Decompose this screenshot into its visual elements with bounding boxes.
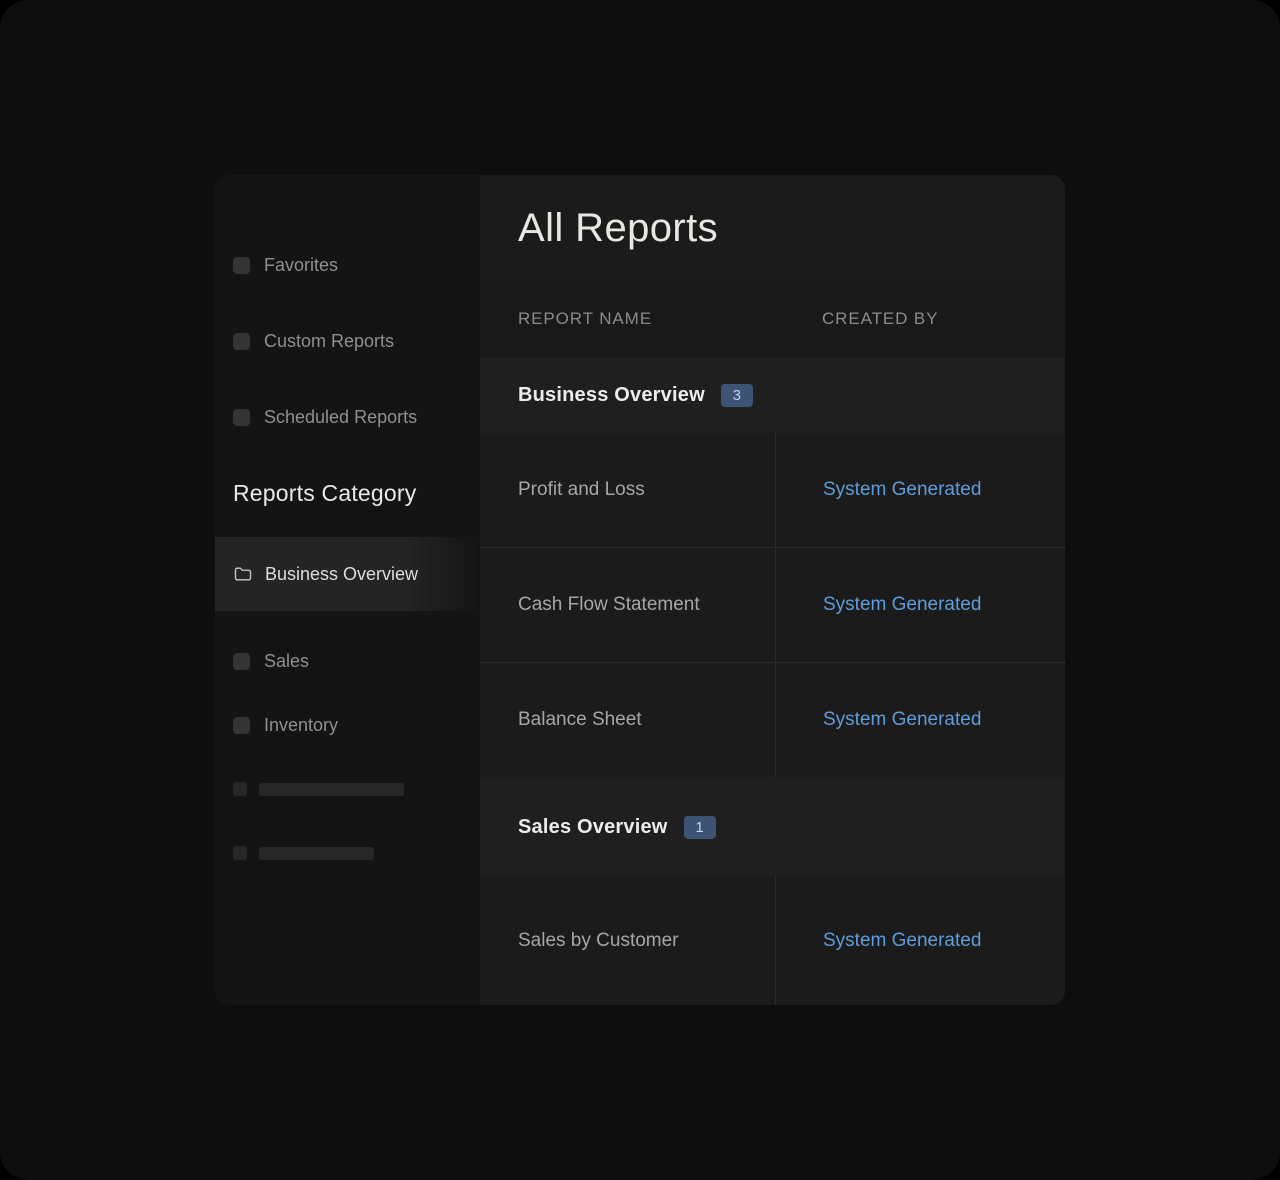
page-background: Favorites Custom Reports Scheduled Repor… xyxy=(0,0,1280,1180)
report-name-link[interactable]: Cash Flow Statement xyxy=(518,594,700,616)
skeleton-icon xyxy=(233,782,247,796)
skeleton-icon xyxy=(233,846,247,860)
table-row[interactable]: Cash Flow Statement System Generated xyxy=(480,547,1065,662)
reports-main-panel: All Reports REPORT NAME CREATED BY Busin… xyxy=(480,175,1065,1005)
created-by-link[interactable]: System Generated xyxy=(823,709,981,731)
report-name-link[interactable]: Profit and Loss xyxy=(518,479,645,501)
inventory-icon xyxy=(233,717,250,734)
group-name: Sales Overview xyxy=(518,816,668,839)
sidebar-category-label: Inventory xyxy=(264,715,338,736)
created-by-link[interactable]: System Generated xyxy=(823,594,981,616)
skeleton-placeholder-row xyxy=(215,767,480,811)
skeleton-bar xyxy=(259,847,374,860)
column-header-created-by: CREATED BY xyxy=(775,281,1065,357)
page-title: All Reports xyxy=(518,206,718,251)
sidebar-item-custom-reports[interactable]: Custom Reports xyxy=(215,319,480,363)
group-name: Business Overview xyxy=(518,384,705,407)
skeleton-placeholder-row xyxy=(215,831,480,875)
group-count-badge: 1 xyxy=(684,816,716,839)
sidebar-item-scheduled-reports[interactable]: Scheduled Reports xyxy=(215,395,480,439)
sidebar-item-label: Custom Reports xyxy=(264,331,394,352)
folder-icon xyxy=(233,564,253,584)
report-name-link[interactable]: Sales by Customer xyxy=(518,930,679,952)
sidebar-item-label: Scheduled Reports xyxy=(264,407,417,428)
favorites-icon xyxy=(233,257,250,274)
sidebar-item-label: Favorites xyxy=(264,255,338,276)
sidebar-category-inventory[interactable]: Inventory xyxy=(215,703,480,747)
scheduled-reports-icon xyxy=(233,409,250,426)
group-count-badge: 3 xyxy=(721,384,753,407)
skeleton-bar xyxy=(259,783,404,796)
group-row-business-overview[interactable]: Business Overview 3 xyxy=(480,357,1065,433)
sales-icon xyxy=(233,653,250,670)
created-by-link[interactable]: System Generated xyxy=(823,479,981,501)
column-header-report-name: REPORT NAME xyxy=(480,281,775,357)
sidebar-category-label: Business Overview xyxy=(265,564,418,585)
reports-category-heading: Reports Category xyxy=(215,471,480,515)
report-name-link[interactable]: Balance Sheet xyxy=(518,709,642,731)
reports-window: Favorites Custom Reports Scheduled Repor… xyxy=(215,175,1065,1005)
sidebar-item-favorites[interactable]: Favorites xyxy=(215,243,480,287)
table-row[interactable]: Profit and Loss System Generated xyxy=(480,433,1065,547)
table-row[interactable]: Sales by Customer System Generated xyxy=(480,877,1065,1005)
table-header-row: REPORT NAME CREATED BY xyxy=(480,281,1065,357)
sidebar-category-business-overview[interactable]: Business Overview xyxy=(215,537,480,611)
created-by-link[interactable]: System Generated xyxy=(823,930,981,952)
group-row-sales-overview[interactable]: Sales Overview 1 xyxy=(480,777,1065,877)
sidebar-category-sales[interactable]: Sales xyxy=(215,639,480,683)
sidebar: Favorites Custom Reports Scheduled Repor… xyxy=(215,175,480,1005)
table-row[interactable]: Balance Sheet System Generated xyxy=(480,662,1065,777)
main-header: All Reports xyxy=(480,175,1065,281)
sidebar-category-label: Sales xyxy=(264,651,309,672)
custom-reports-icon xyxy=(233,333,250,350)
